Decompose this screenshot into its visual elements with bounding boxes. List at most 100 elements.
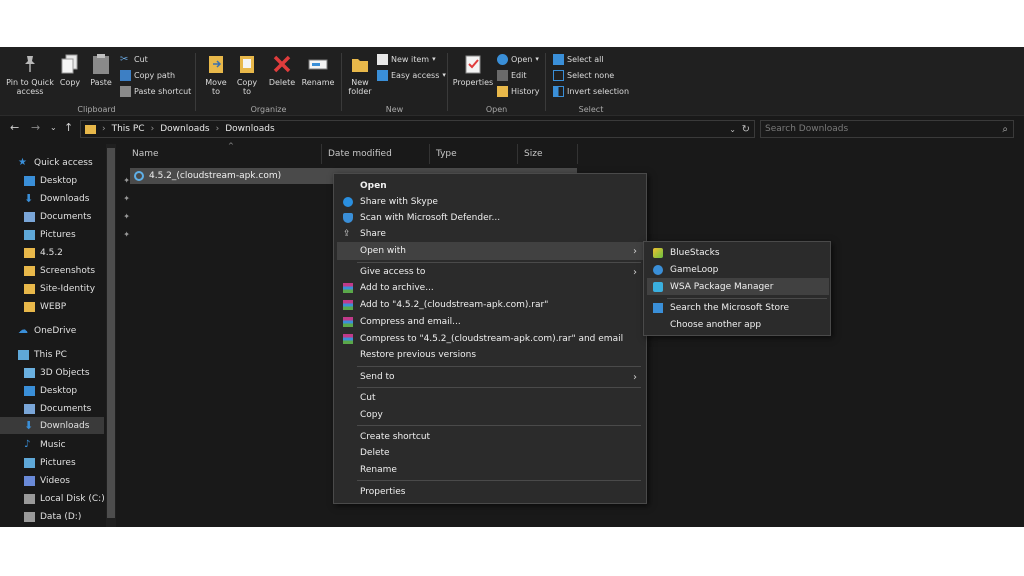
menu-item-restore-versions[interactable]: Restore previous versions bbox=[337, 347, 643, 363]
menu-item-properties[interactable]: Properties bbox=[337, 484, 643, 500]
properties-label: Properties bbox=[452, 78, 494, 87]
scissors-icon: ✂ bbox=[120, 53, 129, 65]
submenu-item-search-store[interactable]: Search the Microsoft Store bbox=[647, 300, 827, 316]
menu-separator bbox=[667, 298, 827, 299]
select-all-button[interactable]: Select all bbox=[553, 52, 604, 66]
paste-shortcut-button[interactable]: Paste shortcut bbox=[120, 84, 191, 98]
column-header-type[interactable]: Type bbox=[430, 144, 518, 164]
menu-item-open[interactable]: Open bbox=[337, 178, 643, 194]
search-icon[interactable]: ⌕ bbox=[1002, 124, 1008, 135]
column-header-size[interactable]: Size bbox=[518, 144, 578, 164]
menu-item-rename[interactable]: Rename bbox=[337, 462, 643, 478]
history-button[interactable]: History bbox=[497, 84, 539, 98]
nav-item-label: Local Disk (C:) bbox=[40, 493, 105, 504]
new-item-button[interactable]: New item ▾ bbox=[377, 52, 436, 66]
breadcrumb-downloads[interactable]: Downloads bbox=[160, 124, 209, 134]
menu-item-scan-defender[interactable]: Scan with Microsoft Defender... bbox=[337, 210, 643, 226]
address-path[interactable]: › This PC › Downloads › Downloads ⌄ ↻ bbox=[80, 120, 755, 138]
menu-item-create-shortcut[interactable]: Create shortcut bbox=[337, 429, 643, 445]
menu-item-label: Add to archive... bbox=[360, 283, 434, 293]
copy-label: Copy bbox=[59, 78, 81, 87]
path-separator-icon: › bbox=[215, 124, 220, 134]
paste-button[interactable]: Paste bbox=[87, 53, 115, 87]
column-header-name[interactable]: Name ^ bbox=[126, 142, 322, 164]
skype-icon bbox=[343, 197, 353, 207]
gameloop-icon bbox=[653, 265, 663, 275]
submenu-item-wsa-package-manager[interactable]: WSA Package Manager bbox=[647, 278, 829, 295]
pictures-icon bbox=[24, 229, 35, 240]
select-none-button[interactable]: Select none bbox=[553, 68, 614, 82]
cut-button[interactable]: ✂ Cut bbox=[120, 52, 148, 66]
copy-to-button[interactable]: Copy to bbox=[233, 53, 261, 96]
menu-item-compress-email[interactable]: Compress and email... bbox=[337, 314, 643, 330]
breadcrumb-downloads-current[interactable]: Downloads bbox=[225, 124, 274, 134]
open-label: Open bbox=[511, 54, 533, 64]
new-folder-icon bbox=[350, 53, 370, 75]
open-button[interactable]: Open ▾ bbox=[497, 52, 539, 66]
menu-item-open-with[interactable]: Open with › bbox=[337, 242, 643, 260]
video-icon bbox=[24, 475, 35, 486]
address-dropdown-icon[interactable]: ⌄ bbox=[729, 125, 736, 134]
search-input[interactable]: Search Downloads ⌕ bbox=[760, 120, 1014, 138]
store-icon bbox=[653, 303, 663, 313]
computer-icon bbox=[18, 349, 29, 360]
nav-scrollbar-thumb[interactable] bbox=[107, 148, 115, 518]
menu-item-cut[interactable]: Cut bbox=[337, 390, 643, 406]
pin-quick-access-button[interactable]: Pin to Quick access bbox=[4, 53, 56, 96]
submenu-item-bluestacks[interactable]: BlueStacks bbox=[647, 245, 827, 261]
menu-item-label: Give access to bbox=[360, 267, 426, 277]
back-arrow-icon[interactable]: ← bbox=[10, 121, 19, 134]
copy-to-icon bbox=[237, 53, 257, 75]
nav-item-label: Downloads bbox=[40, 193, 90, 204]
path-separator-icon: › bbox=[150, 124, 155, 134]
new-item-label: New item bbox=[391, 54, 430, 64]
menu-item-give-access[interactable]: Give access to › bbox=[337, 264, 643, 280]
new-folder-button[interactable]: New folder bbox=[346, 53, 374, 96]
ribbon-separator bbox=[195, 53, 196, 111]
easy-access-button[interactable]: Easy access ▾ bbox=[377, 68, 446, 82]
nav-item-label: Music bbox=[40, 439, 66, 450]
delete-button[interactable]: Delete bbox=[267, 53, 297, 87]
pictures-icon bbox=[24, 457, 35, 468]
apk-file-icon bbox=[134, 171, 144, 181]
dropdown-arrow-icon: ▾ bbox=[442, 71, 446, 79]
menu-item-compress-rar-email[interactable]: Compress to "4.5.2_(cloudstream-apk.com)… bbox=[337, 331, 643, 347]
menu-item-label: BlueStacks bbox=[670, 248, 720, 258]
menu-item-delete[interactable]: Delete bbox=[337, 445, 643, 461]
menu-item-label: Open with bbox=[360, 246, 406, 256]
properties-button[interactable]: Properties bbox=[452, 53, 494, 87]
column-header-label: Size bbox=[524, 149, 543, 159]
menu-item-add-archive[interactable]: Add to archive... bbox=[337, 280, 643, 296]
column-header-date-modified[interactable]: Date modified bbox=[322, 144, 430, 164]
invert-selection-button[interactable]: Invert selection bbox=[553, 84, 629, 98]
move-to-button[interactable]: Move to bbox=[201, 53, 231, 96]
recent-chevron-down-icon[interactable]: ⌄ bbox=[50, 123, 57, 132]
winrar-icon bbox=[343, 283, 353, 293]
submenu-item-choose-app[interactable]: Choose another app bbox=[647, 317, 827, 333]
menu-item-add-rar[interactable]: Add to "4.5.2_(cloudstream-apk.com).rar" bbox=[337, 297, 643, 313]
copy-path-button[interactable]: Copy path bbox=[120, 68, 175, 82]
menu-item-share-skype[interactable]: Share with Skype bbox=[337, 194, 643, 210]
rename-button[interactable]: Rename bbox=[301, 53, 335, 87]
menu-item-copy[interactable]: Copy bbox=[337, 407, 643, 423]
edit-button[interactable]: Edit bbox=[497, 68, 527, 82]
refresh-icon[interactable]: ↻ bbox=[742, 124, 750, 135]
submenu-item-gameloop[interactable]: GameLoop bbox=[647, 262, 827, 278]
breadcrumb-this-pc[interactable]: This PC bbox=[112, 124, 145, 134]
paste-shortcut-icon bbox=[120, 85, 131, 97]
desktop-icon bbox=[24, 175, 35, 186]
new-group-label: New bbox=[385, 105, 404, 114]
copy-button[interactable]: Copy bbox=[57, 53, 83, 87]
menu-item-send-to[interactable]: Send to › bbox=[337, 369, 643, 385]
up-arrow-icon[interactable]: ↑ bbox=[64, 121, 73, 134]
chevron-right-icon: › bbox=[633, 371, 637, 383]
menu-item-label: Properties bbox=[360, 487, 406, 497]
nav-downloads-selected[interactable]: ⬇ Downloads bbox=[0, 417, 104, 434]
ribbon-separator bbox=[545, 53, 546, 111]
column-header-label: Type bbox=[436, 149, 457, 159]
pin-quick-access-label: Pin to Quick access bbox=[6, 78, 54, 96]
forward-arrow-icon[interactable]: → bbox=[31, 121, 40, 134]
menu-item-label: Share with Skype bbox=[360, 197, 438, 207]
menu-item-share[interactable]: ⇪ Share bbox=[337, 226, 643, 242]
menu-item-label: Send to bbox=[360, 372, 395, 382]
